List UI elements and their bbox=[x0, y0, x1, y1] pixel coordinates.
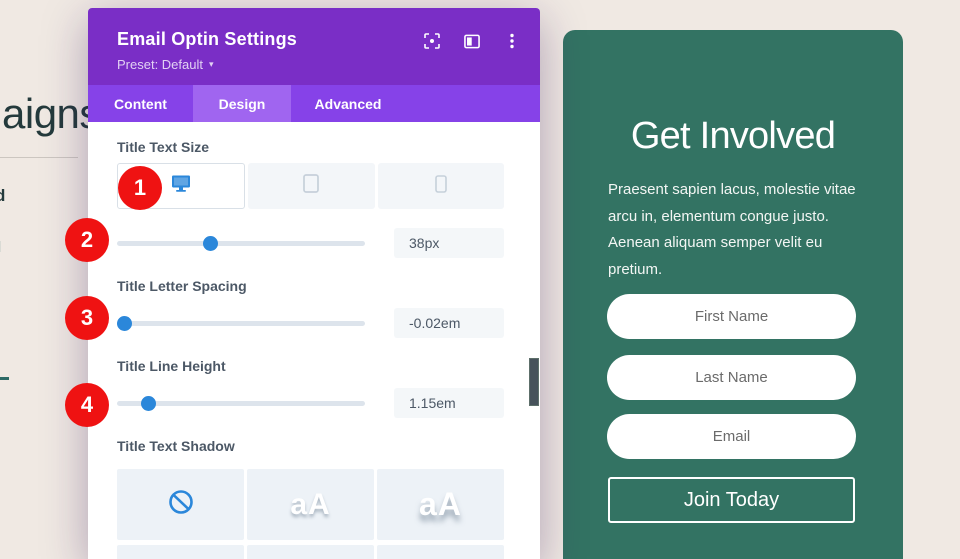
shadow-option-small[interactable]: aA bbox=[247, 469, 374, 540]
prohibition-icon bbox=[168, 489, 194, 520]
shadow-sample-text: aA bbox=[419, 486, 462, 522]
text-shadow-options: aA aA bbox=[117, 469, 504, 559]
email-optin-settings-modal: Email Optin Settings Preset: Default ▾ C… bbox=[88, 8, 540, 559]
optin-title: Get Involved bbox=[630, 115, 836, 157]
title-line-height-input[interactable] bbox=[394, 388, 504, 418]
page-divider bbox=[0, 157, 78, 158]
title-line-height-control bbox=[117, 388, 504, 418]
preset-label: Preset: Default bbox=[117, 57, 203, 72]
shadow-option[interactable] bbox=[377, 545, 504, 559]
tab-content[interactable]: Content bbox=[88, 85, 193, 122]
modal-scrollbar-thumb[interactable] bbox=[529, 358, 539, 406]
preset-dropdown[interactable]: Preset: Default ▾ bbox=[117, 57, 214, 72]
shadow-option-none[interactable] bbox=[117, 469, 244, 540]
device-tab-tablet[interactable] bbox=[248, 163, 375, 209]
title-letter-spacing-control bbox=[117, 308, 504, 338]
title-line-height-label: Title Line Height bbox=[117, 358, 226, 374]
responsive-device-tabs bbox=[117, 163, 504, 209]
text-fragment bbox=[0, 377, 9, 380]
title-letter-spacing-label: Title Letter Spacing bbox=[117, 278, 247, 294]
title-text-size-label: Title Text Size bbox=[117, 139, 210, 155]
slider-thumb[interactable] bbox=[117, 316, 133, 331]
title-letter-spacing-input[interactable] bbox=[394, 308, 504, 338]
callout-4: 4 bbox=[65, 383, 109, 427]
title-text-size-slider[interactable] bbox=[117, 228, 365, 258]
title-text-size-control bbox=[117, 228, 504, 258]
callout-2: 2 bbox=[65, 218, 109, 262]
tab-advanced[interactable]: Advanced bbox=[291, 85, 405, 122]
join-today-button[interactable]: Join Today bbox=[608, 477, 855, 523]
split-view-icon[interactable] bbox=[464, 33, 480, 49]
optin-description: Praesent sapien lacus, molestie vitae ar… bbox=[608, 181, 856, 279]
last-name-input[interactable] bbox=[607, 355, 856, 400]
device-tab-phone[interactable] bbox=[377, 163, 504, 209]
desktop-icon bbox=[170, 174, 192, 198]
slider-thumb[interactable] bbox=[141, 396, 156, 411]
shadow-option[interactable] bbox=[117, 545, 244, 559]
modal-tab-bar: Content Design Advanced bbox=[88, 85, 540, 122]
shadow-option-large[interactable]: aA bbox=[377, 469, 504, 540]
title-text-size-input[interactable] bbox=[394, 228, 504, 258]
focus-mode-icon[interactable] bbox=[424, 33, 440, 49]
callout-3: 3 bbox=[65, 296, 109, 340]
shadow-option[interactable] bbox=[247, 545, 374, 559]
tablet-icon bbox=[303, 174, 320, 198]
slider-track[interactable] bbox=[117, 321, 365, 326]
slider-thumb[interactable] bbox=[203, 236, 218, 251]
phone-icon bbox=[435, 174, 447, 198]
kebab-menu-icon[interactable] bbox=[504, 33, 520, 49]
email-input[interactable] bbox=[607, 414, 856, 459]
callout-1: 1 bbox=[118, 166, 162, 210]
title-line-height-slider[interactable] bbox=[117, 388, 365, 418]
text-fragment: d bbox=[0, 186, 6, 202]
shadow-sample-text: aA bbox=[290, 487, 331, 521]
slider-track[interactable] bbox=[117, 241, 365, 246]
title-letter-spacing-slider[interactable] bbox=[117, 308, 365, 338]
caret-down-icon: ▾ bbox=[209, 59, 214, 69]
first-name-input[interactable] bbox=[607, 294, 856, 339]
clipped-page-heading: aigns bbox=[2, 90, 100, 137]
title-text-shadow-label: Title Text Shadow bbox=[117, 438, 235, 454]
modal-header: Email Optin Settings Preset: Default ▾ bbox=[88, 8, 540, 85]
text-fragment: l bbox=[0, 239, 5, 253]
tab-design[interactable]: Design bbox=[193, 85, 291, 122]
email-optin-preview-panel: Get Involved Praesent sapien lacus, mole… bbox=[563, 30, 903, 559]
